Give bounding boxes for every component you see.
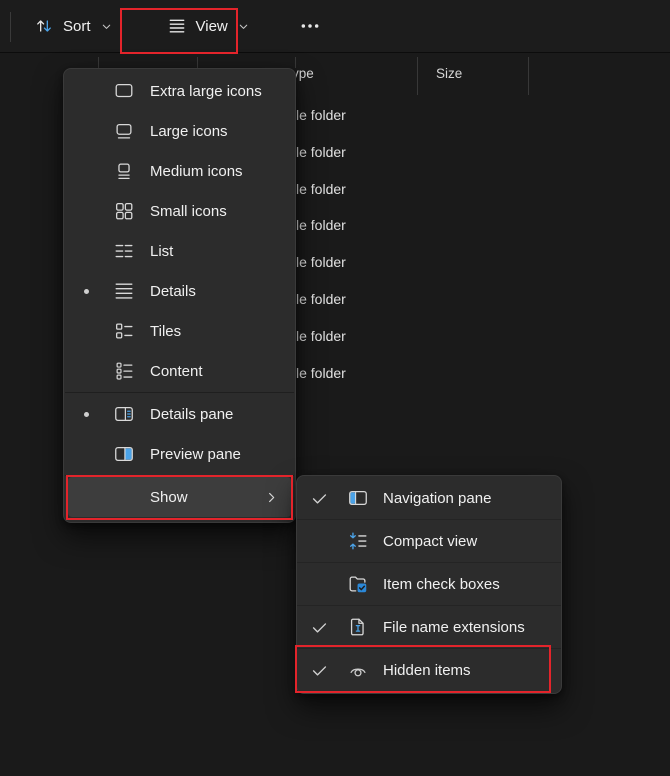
details-icon	[106, 280, 142, 302]
file-row-type-cell[interactable]: le folder	[296, 105, 346, 125]
menu-item-label: Extra large icons	[150, 83, 262, 100]
menu-item-label: Medium icons	[150, 163, 243, 180]
small-icons-icon	[106, 200, 142, 222]
menu-item-label: Details	[150, 283, 196, 300]
check-icon	[305, 618, 333, 637]
file-row-type-cell[interactable]: le folder	[296, 215, 346, 235]
column-divider[interactable]	[528, 57, 529, 95]
file-name-extensions-icon	[341, 616, 375, 638]
submenu-item-hidden-items[interactable]: Hidden items	[297, 649, 561, 692]
menu-item-label: List	[150, 243, 173, 260]
menu-item-tiles[interactable]: Tiles	[68, 311, 291, 351]
tiles-icon	[106, 320, 142, 342]
toolbar: Sort View	[0, 0, 670, 53]
submenu-item-label: Compact view	[383, 533, 477, 550]
chevron-down-icon	[100, 20, 113, 33]
more-ellipsis-icon	[300, 16, 320, 36]
view-button[interactable]: View	[155, 8, 262, 44]
chevron-right-icon	[264, 490, 279, 505]
menu-item-label: Small icons	[150, 203, 227, 220]
menu-item-small-icons[interactable]: Small icons	[68, 191, 291, 231]
view-button-label: View	[196, 18, 228, 35]
menu-item-list[interactable]: List	[68, 231, 291, 271]
column-divider[interactable]	[197, 57, 198, 68]
file-row-type-cell[interactable]: le folder	[296, 252, 346, 272]
chevron-down-icon	[237, 20, 250, 33]
submenu-item-item-check-boxes[interactable]: Item check boxes	[297, 563, 561, 606]
menu-item-details[interactable]: Details	[68, 271, 291, 311]
view-menu: Extra large icons Large icons Medium icons…	[63, 68, 296, 523]
view-lines-icon	[167, 16, 187, 36]
menu-item-label: Preview pane	[150, 446, 241, 463]
toolbar-divider	[10, 12, 11, 42]
details-pane-icon	[106, 403, 142, 425]
submenu-item-file-name-extensions[interactable]: File name extensions	[297, 606, 561, 649]
menu-item-large-icons[interactable]: Large icons	[68, 111, 291, 151]
column-divider[interactable]	[98, 57, 99, 68]
menu-item-label: Details pane	[150, 406, 233, 423]
submenu-item-label: Navigation pane	[383, 490, 491, 507]
menu-item-details-pane[interactable]: Details pane	[68, 394, 291, 434]
sort-button[interactable]: Sort	[22, 8, 125, 44]
menu-item-label: Tiles	[150, 323, 181, 340]
column-divider[interactable]	[417, 57, 418, 95]
selected-bullet	[74, 289, 98, 294]
selected-bullet	[74, 412, 98, 417]
menu-item-label: Show	[150, 489, 188, 506]
extra-large-icons-icon	[106, 80, 142, 102]
submenu-item-compact-view[interactable]: Compact view	[297, 520, 561, 563]
check-icon	[305, 489, 333, 508]
file-explorer-window: Sort View ype Size le folderle folderle …	[0, 0, 670, 776]
show-submenu: Navigation pane Compact view Item check …	[296, 475, 562, 694]
compact-view-icon	[341, 530, 375, 552]
item-check-boxes-icon	[341, 573, 375, 595]
column-divider[interactable]	[295, 57, 296, 68]
preview-pane-icon	[106, 443, 142, 465]
see-more-button[interactable]	[290, 8, 330, 44]
menu-item-medium-icons[interactable]: Medium icons	[68, 151, 291, 191]
submenu-item-navigation-pane[interactable]: Navigation pane	[297, 477, 561, 520]
menu-separator	[65, 475, 294, 476]
submenu-item-label: File name extensions	[383, 619, 525, 636]
submenu-item-label: Item check boxes	[383, 576, 500, 593]
submenu-item-label: Hidden items	[383, 662, 471, 679]
file-row-type-cell[interactable]: le folder	[296, 326, 346, 346]
menu-item-show[interactable]: Show	[68, 477, 291, 517]
column-header-size[interactable]: Size	[436, 66, 462, 81]
medium-icons-icon	[106, 160, 142, 182]
menu-item-label: Content	[150, 363, 203, 380]
menu-item-content[interactable]: Content	[68, 351, 291, 391]
file-row-type-cell[interactable]: le folder	[296, 142, 346, 162]
sort-button-label: Sort	[63, 18, 91, 35]
menu-item-preview-pane[interactable]: Preview pane	[68, 434, 291, 474]
check-icon	[305, 661, 333, 680]
file-row-type-cell[interactable]: le folder	[296, 363, 346, 383]
content-icon	[106, 360, 142, 382]
menu-item-extra-large-icons[interactable]: Extra large icons	[68, 71, 291, 111]
hidden-items-icon	[341, 660, 375, 682]
file-row-type-cell[interactable]: le folder	[296, 289, 346, 309]
menu-item-label: Large icons	[150, 123, 228, 140]
menu-separator	[65, 392, 294, 393]
list-icon	[106, 240, 142, 262]
sort-arrows-icon	[34, 16, 54, 36]
navigation-pane-icon	[341, 487, 375, 509]
file-row-type-cell[interactable]: le folder	[296, 179, 346, 199]
large-icons-icon	[106, 120, 142, 142]
